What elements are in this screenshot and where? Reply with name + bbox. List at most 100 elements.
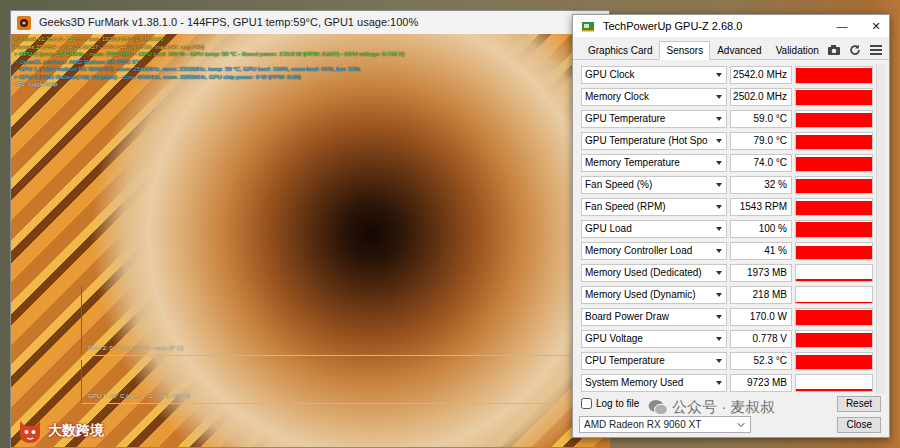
close-button[interactable]: Close xyxy=(837,417,881,433)
reset-button[interactable]: Reset xyxy=(837,396,881,412)
osd-line: > GPU-Z (core: 2542 MHz - mem: 2502 MHz … xyxy=(14,51,405,59)
sensor-row: Memory Used (Dedicated)1973 MB xyxy=(581,262,873,284)
sensor-value: 52.3 °C xyxy=(730,352,792,370)
sensor-selector[interactable]: GPU Temperature (Hot Spo xyxy=(581,132,727,150)
window-title: Geeks3D FurMark v1.38.1.0 - 144FPS, GPU1… xyxy=(39,14,418,31)
dropdown-arrow-icon[interactable] xyxy=(716,161,722,165)
tab[interactable]: Sensors xyxy=(659,41,710,60)
gpuz-window: TechPowerUp GPU-Z 2.68.0—✕Graphics CardS… xyxy=(572,14,890,438)
dropdown-arrow-icon[interactable] xyxy=(716,315,722,319)
sensor-value: 170.0 W xyxy=(730,308,792,326)
sensor-graph xyxy=(795,88,873,106)
log-checkbox[interactable] xyxy=(581,398,592,409)
tab[interactable]: Validation xyxy=(769,41,826,60)
sensor-label: CPU Temperature xyxy=(585,353,713,369)
sensor-graph xyxy=(795,132,873,150)
sensor-label: Memory Used (Dynamic) xyxy=(585,287,713,303)
dropdown-arrow-icon[interactable] xyxy=(716,337,722,341)
sensor-label: Memory Controller Load xyxy=(585,243,713,259)
sensor-selector[interactable]: GPU Voltage xyxy=(581,330,727,348)
dropdown-arrow-icon[interactable] xyxy=(716,183,722,187)
sensor-value: 79.0 °C xyxy=(730,132,792,150)
log-to-file-option[interactable]: Log to file xyxy=(581,396,639,411)
sensor-row: GPU Clock2542.0 MHz xyxy=(581,64,873,86)
sensor-row: Board Power Draw170.0 W xyxy=(581,306,873,328)
toolbar xyxy=(827,44,883,59)
title-bar: Geeks3D FurMark v1.38.1.0 - 144FPS, GPU1… xyxy=(11,11,609,34)
tab[interactable]: Graphics Card xyxy=(581,41,659,60)
refresh-icon[interactable] xyxy=(848,44,862,56)
sensor-label: GPU Temperature xyxy=(585,111,713,127)
tab[interactable]: Advanced xyxy=(710,41,768,60)
sensor-graph xyxy=(795,352,873,370)
dropdown-arrow-icon[interactable] xyxy=(716,139,722,143)
dropdown-arrow-icon[interactable] xyxy=(716,249,722,253)
sensor-selector[interactable]: Memory Used (Dedicated) xyxy=(581,264,727,282)
osd-line: Frames:296264 - time:00:29:57 - FPS:144 … xyxy=(14,44,405,52)
device-select[interactable]: AMD Radeon RX 9060 XT xyxy=(579,416,751,433)
sensor-selector[interactable]: Memory Temperature xyxy=(581,154,727,172)
sensor-selector[interactable]: Memory Clock xyxy=(581,88,727,106)
sensor-selector[interactable]: CPU Temperature xyxy=(581,352,727,370)
sensor-graph xyxy=(795,154,873,172)
dropdown-arrow-icon[interactable] xyxy=(716,205,722,209)
camera-icon[interactable] xyxy=(827,44,841,56)
tab-item: Validation xyxy=(769,41,826,59)
dropdown-arrow-icon[interactable] xyxy=(716,271,722,275)
osd-overlay: FurMark v1.38.1.0 - Burn-in test, 1920x1… xyxy=(14,36,405,89)
sensor-graph xyxy=(795,330,873,348)
sensor-selector[interactable]: Memory Controller Load xyxy=(581,242,727,260)
sensor-value: 9723 MB xyxy=(730,374,792,392)
graph-label: GPU 2: 0° C (min: 0° C - max: 0° C) xyxy=(88,345,183,352)
sensor-label: System Memory Used xyxy=(585,375,713,391)
dropdown-arrow-icon[interactable] xyxy=(716,73,722,77)
sensor-graph xyxy=(795,198,873,216)
sensor-row: GPU Load100 % xyxy=(581,218,873,240)
graph-fill xyxy=(796,222,872,237)
menu-icon[interactable] xyxy=(869,44,883,56)
osd-line: > GPU 1 (AMD Radeon RX 9060 XT) - core: … xyxy=(14,66,405,74)
sensor-value: 2502.0 MHz xyxy=(730,88,792,106)
dropdown-arrow-icon[interactable] xyxy=(716,95,722,99)
tab-item: Graphics Card xyxy=(581,41,659,59)
sensor-selector[interactable]: Fan Speed (RPM) xyxy=(581,198,727,216)
osd-line: FurMark v1.38.1.0 - Burn-in test, 1920x1… xyxy=(14,36,405,44)
close-button[interactable]: ✕ xyxy=(863,15,889,37)
sensor-selector[interactable]: GPU Clock xyxy=(581,66,727,84)
sensor-row: GPU Temperature (Hot Spo79.0 °C xyxy=(581,130,873,152)
sensor-value: 100 % xyxy=(730,220,792,238)
dropdown-arrow-icon[interactable] xyxy=(716,359,722,363)
sensor-selector[interactable]: Board Power Draw xyxy=(581,308,727,326)
dropdown-arrow-icon[interactable] xyxy=(716,117,722,121)
osd-line: > GPU 2 (AMD Radeon(TM) Graphics) - core… xyxy=(14,74,405,82)
sensor-panel: GPU Clock2542.0 MHz Memory Clock2502.0 MH… xyxy=(573,60,889,394)
sensor-graph xyxy=(795,220,873,238)
sensor-label: Memory Temperature xyxy=(585,155,713,171)
tab-item: Advanced xyxy=(710,41,768,59)
graph-fill xyxy=(796,302,872,303)
sensor-selector[interactable]: System Memory Used xyxy=(581,374,727,392)
sensor-value: 1973 MB xyxy=(730,264,792,282)
dropdown-arrow-icon[interactable] xyxy=(716,381,722,385)
sensor-row: GPU Voltage0.778 V xyxy=(581,328,873,350)
scrollbar[interactable] xyxy=(876,64,885,394)
sensor-selector[interactable]: Fan Speed (%) xyxy=(581,176,727,194)
sensor-selector[interactable]: GPU Temperature xyxy=(581,110,727,128)
dropdown-arrow-icon[interactable] xyxy=(716,293,722,297)
title-bar: TechPowerUp GPU-Z 2.68.0—✕ xyxy=(573,15,889,37)
desktop: Geeks3D FurMark v1.38.1.0 - 144FPS, GPU1… xyxy=(0,0,900,448)
sensor-value: 74.0 °C xyxy=(730,154,792,172)
sensor-selector[interactable]: GPU Load xyxy=(581,220,727,238)
sensor-row: Memory Temperature 74.0 °C xyxy=(581,152,873,174)
sensor-graph xyxy=(795,286,873,304)
sensor-label: GPU Voltage xyxy=(585,331,713,347)
minimize-button[interactable]: — xyxy=(829,15,855,37)
dropdown-arrow-icon[interactable] xyxy=(716,227,722,231)
sensor-selector[interactable]: Memory Used (Dynamic) xyxy=(581,286,727,304)
graph-fill xyxy=(796,279,872,281)
graph-label: GPU 1: 59° C (min: 0° C - max: 60° C) xyxy=(88,393,190,400)
furmark-window: Geeks3D FurMark v1.38.1.0 - 144FPS, GPU1… xyxy=(10,10,610,448)
sensor-row: Fan Speed (%)32 % xyxy=(581,174,873,196)
graph-fill xyxy=(796,389,872,391)
temperature-graph: GPU 2: 0° C (min: 0° C - max: 0° C) xyxy=(81,286,571,356)
